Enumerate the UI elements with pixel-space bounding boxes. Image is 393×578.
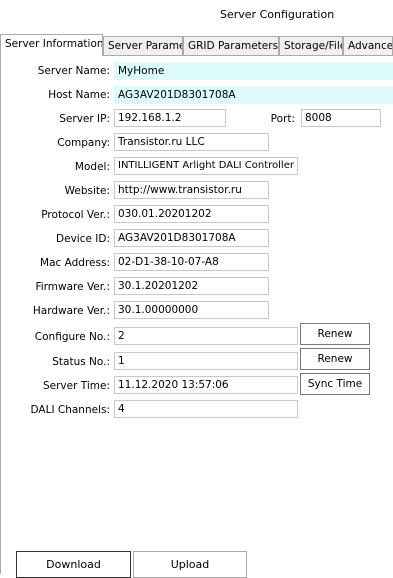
protocol-ver-label: Protocol Ver.: [41, 209, 110, 221]
tab-storage-files[interactable]: Storage/Files [279, 36, 343, 55]
mac-address-label: Mac Address: [40, 257, 110, 269]
device-id-label: Device ID: [56, 233, 110, 245]
model-field[interactable]: INTILLIGENT Arlight DALI Controller [114, 157, 298, 175]
server-name-field[interactable]: MyHome [114, 62, 393, 80]
tab-server-information[interactable]: Server Information [0, 34, 103, 56]
window-title: Server Configuration [0, 0, 393, 30]
status-no-field[interactable]: 1 [114, 352, 298, 370]
tab-bar: Server Information Server Parameters GRI… [0, 34, 393, 56]
port-field[interactable]: 8008 [301, 109, 381, 127]
port-label: Port: [270, 113, 295, 125]
host-name-field[interactable]: AG3AV201D8301708A [114, 86, 393, 104]
device-id-field[interactable]: AG3AV201D8301708A [114, 229, 269, 247]
tab-grid-parameters[interactable]: GRID Parameters [183, 36, 279, 55]
website-label: Website: [64, 185, 110, 197]
configure-no-label: Configure No.: [34, 331, 110, 343]
company-field[interactable]: Transistor.ru LLC [114, 133, 269, 151]
tab-advance[interactable]: Advance [343, 36, 393, 55]
server-time-field[interactable]: 11.12.2020 13:57:06 [114, 376, 298, 394]
model-label: Model: [74, 161, 110, 173]
server-time-label: Server Time: [42, 380, 110, 392]
dali-channels-label: DALI Channels: [30, 404, 110, 416]
configure-no-field[interactable]: 2 [114, 327, 298, 345]
host-name-label: Host Name: [48, 89, 110, 101]
server-ip-label: Server IP: [59, 113, 110, 125]
server-ip-field[interactable]: 192.168.1.2 [114, 109, 226, 127]
protocol-ver-field[interactable]: 030.01.20201202 [114, 205, 269, 223]
window-title-text: Server Configuration [220, 8, 335, 21]
firmware-ver-label: Firmware Ver.: [35, 281, 110, 293]
hardware-ver-label: Hardware Ver.: [32, 305, 110, 317]
mac-address-field[interactable]: 02-D1-38-10-07-A8 [114, 253, 269, 271]
hardware-ver-field[interactable]: 30.1.00000000 [114, 301, 269, 319]
configure-renew-button[interactable]: Renew [300, 323, 370, 345]
company-label: Company: [57, 137, 110, 149]
status-renew-button[interactable]: Renew [300, 348, 370, 370]
sync-time-button[interactable]: Sync Time [300, 373, 370, 395]
firmware-ver-field[interactable]: 30.1.20201202 [114, 277, 269, 295]
tab-server-parameters[interactable]: Server Parameters [103, 36, 183, 55]
status-no-label: Status No.: [52, 356, 110, 368]
website-field[interactable]: http://www.transistor.ru [114, 181, 269, 199]
dali-channels-field[interactable]: 4 [114, 400, 298, 418]
server-name-label: Server Name: [37, 65, 110, 77]
